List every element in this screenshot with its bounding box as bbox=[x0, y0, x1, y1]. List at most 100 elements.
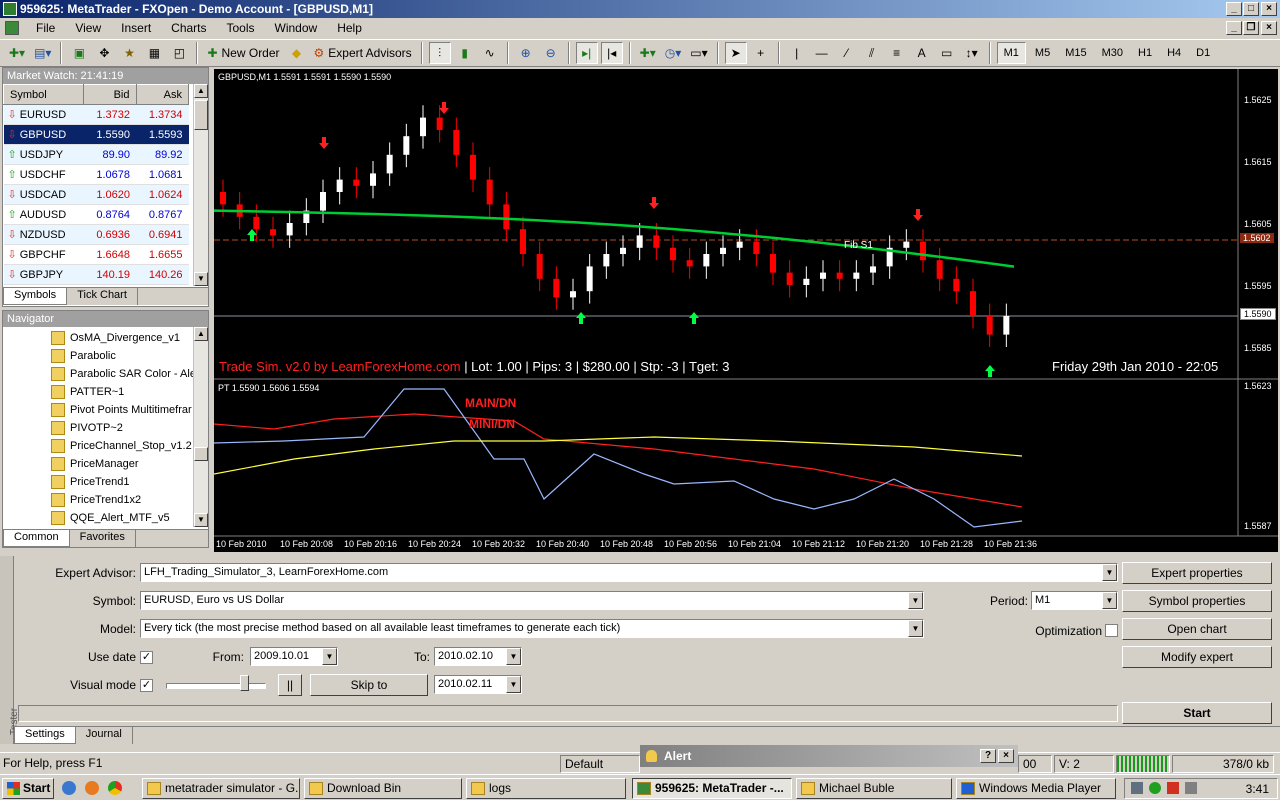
list-item[interactable]: PIVOTP~2 bbox=[3, 419, 208, 437]
list-item[interactable]: Parabolic bbox=[3, 347, 208, 365]
volume-icon[interactable] bbox=[1185, 782, 1197, 794]
timeframe-m1[interactable]: M1 bbox=[996, 42, 1026, 64]
to-date-field[interactable]: 2010.02.10 ▼ bbox=[434, 647, 522, 666]
optimization-checkbox[interactable] bbox=[1105, 624, 1118, 637]
table-row[interactable]: ⇩ EURUSD 1.3732 1.3734 bbox=[3, 104, 189, 125]
fibonacci-icon[interactable]: ≡ bbox=[886, 42, 908, 64]
scroll-down-icon[interactable]: ▼ bbox=[194, 513, 208, 527]
chart-canvas[interactable]: 1.5625 1.5615 1.5605 1.5595 1.5585 1.5623 1.55… bbox=[214, 69, 1278, 552]
market-watch-icon[interactable]: ▣ bbox=[68, 42, 90, 64]
price-chart[interactable]: 1.5625 1.5615 1.5605 1.5595 1.5585 1.5623 1.55… bbox=[214, 69, 1278, 552]
timeframe-m30[interactable]: M30 bbox=[1096, 42, 1129, 64]
data-window-icon[interactable]: ✥ bbox=[93, 42, 115, 64]
table-row[interactable]: ⇧ AUDUSD 0.8764 0.8767 bbox=[3, 204, 189, 225]
menu-insert[interactable]: Insert bbox=[111, 21, 161, 35]
speed-slider-track[interactable] bbox=[166, 683, 266, 689]
tab-settings[interactable]: Settings bbox=[14, 727, 76, 744]
tab-favorites[interactable]: Favorites bbox=[70, 530, 136, 547]
network-icon[interactable] bbox=[1131, 782, 1143, 794]
list-item[interactable]: PriceTrend1x2 bbox=[3, 491, 208, 509]
chart-shift-icon[interactable]: |◂ bbox=[600, 42, 623, 64]
timeframe-h4[interactable]: H4 bbox=[1161, 42, 1187, 64]
table-row[interactable]: ⇩ GBPJPY 140.19 140.26 bbox=[3, 264, 189, 285]
strategy-tester-icon[interactable]: ◰ bbox=[168, 42, 190, 64]
close-button[interactable]: × bbox=[1261, 2, 1277, 16]
scroll-up-icon[interactable]: ▲ bbox=[194, 84, 208, 98]
crosshair-icon[interactable]: + bbox=[750, 42, 772, 64]
expert-properties-button[interactable]: Expert properties bbox=[1122, 562, 1272, 584]
arrows-icon[interactable]: ↕▾ bbox=[961, 42, 983, 64]
table-row[interactable]: ⇩ NZDUSD 0.6936 0.6941 bbox=[3, 224, 189, 245]
new-chart-icon[interactable]: ✚▾ bbox=[6, 42, 28, 64]
chart-window-icon[interactable] bbox=[5, 21, 19, 35]
tab-symbols[interactable]: Symbols bbox=[3, 288, 68, 305]
expert-advisor-select[interactable]: LFH_Trading_Simulator_3, LearnForexHome.… bbox=[140, 563, 1118, 582]
shield-icon[interactable] bbox=[1167, 782, 1179, 794]
chrome-quicklaunch-icon[interactable] bbox=[108, 781, 122, 795]
chevron-down-icon[interactable]: ▼ bbox=[322, 648, 337, 665]
period-select[interactable]: M1 ▼ bbox=[1031, 591, 1118, 610]
timeframe-m15[interactable]: M15 bbox=[1059, 42, 1092, 64]
table-row[interactable]: ⇩ USDCAD 1.0620 1.0624 bbox=[3, 184, 189, 205]
skip-to-date-field[interactable]: 2010.02.11 ▼ bbox=[434, 675, 522, 694]
firefox-quicklaunch-icon[interactable] bbox=[85, 781, 99, 795]
chevron-down-icon[interactable]: ▼ bbox=[1102, 564, 1117, 581]
chevron-down-icon[interactable]: ▼ bbox=[506, 648, 521, 665]
open-chart-button[interactable]: Open chart bbox=[1122, 618, 1272, 640]
list-item[interactable]: Pivot Points Multitimefrar bbox=[3, 401, 208, 419]
chevron-down-icon[interactable]: ▼ bbox=[506, 676, 521, 693]
use-date-checkbox[interactable]: ✓ bbox=[140, 651, 153, 664]
list-item[interactable]: OsMA_Divergence_v1 bbox=[3, 329, 208, 347]
timeframe-h1[interactable]: H1 bbox=[1132, 42, 1158, 64]
help-icon[interactable]: ? bbox=[980, 749, 996, 763]
task-download-bin[interactable]: Download Bin bbox=[304, 778, 462, 799]
start-button[interactable]: Start bbox=[1122, 702, 1272, 724]
metaeditor-icon[interactable]: ◆ bbox=[286, 42, 308, 64]
cursor-icon[interactable]: ➤ bbox=[724, 42, 747, 64]
label-icon[interactable]: ▭ bbox=[936, 42, 958, 64]
task-metatrader-simulator[interactable]: metatrader simulator - G... bbox=[142, 778, 300, 799]
close-icon[interactable]: × bbox=[998, 749, 1014, 763]
menu-help[interactable]: Help bbox=[327, 21, 372, 35]
candlestick-icon[interactable]: ▮ bbox=[454, 42, 476, 64]
column-bid[interactable]: Bid bbox=[83, 84, 137, 105]
column-ask[interactable]: Ask bbox=[135, 84, 189, 105]
scroll-thumb[interactable] bbox=[194, 100, 208, 130]
terminal-icon[interactable]: ▦ bbox=[143, 42, 165, 64]
start-button-taskbar[interactable]: Start bbox=[2, 778, 54, 799]
mdi-restore-button[interactable]: ❐ bbox=[1243, 21, 1259, 35]
list-item[interactable]: PriceChannel_Stop_v1.2 bbox=[3, 437, 208, 455]
profiles-icon[interactable]: ▤▾ bbox=[31, 42, 54, 64]
column-symbol[interactable]: Symbol bbox=[3, 84, 84, 105]
zoom-out-icon[interactable]: ⊖ bbox=[540, 42, 562, 64]
menu-view[interactable]: View bbox=[65, 21, 111, 35]
channel-icon[interactable]: ⫽ bbox=[861, 42, 883, 64]
periods-icon[interactable]: ◷▾ bbox=[662, 42, 685, 64]
timeframe-d1[interactable]: D1 bbox=[1190, 42, 1216, 64]
scroll-down-icon[interactable]: ▼ bbox=[194, 272, 208, 286]
from-date-field[interactable]: 2009.10.01 ▼ bbox=[250, 647, 338, 666]
vertical-line-icon[interactable]: | bbox=[786, 42, 808, 64]
expert-advisors-button[interactable]: ⚙ Expert Advisors bbox=[311, 42, 415, 64]
menu-file[interactable]: File bbox=[26, 21, 65, 35]
navigator-icon[interactable]: ★ bbox=[118, 42, 140, 64]
symbol-select[interactable]: EURUSD, Euro vs US Dollar ▼ bbox=[140, 591, 924, 610]
table-row[interactable]: ⇧ USDJPY 89.90 89.92 bbox=[3, 144, 189, 165]
chevron-down-icon[interactable]: ▼ bbox=[1102, 592, 1117, 609]
alert-window-title[interactable]: Alert ? × bbox=[640, 745, 1018, 767]
speed-slider-handle[interactable] bbox=[240, 675, 249, 691]
navigator-scrollbar[interactable]: ▲ ▼ bbox=[193, 327, 208, 527]
modify-expert-button[interactable]: Modify expert bbox=[1122, 646, 1272, 668]
task-metatrader[interactable]: 959625: MetaTrader -... bbox=[632, 778, 792, 799]
tray-app-icon[interactable] bbox=[1149, 782, 1161, 794]
ie-quicklaunch-icon[interactable] bbox=[62, 781, 76, 795]
task-michael-buble[interactable]: Michael Buble bbox=[796, 778, 952, 799]
list-item[interactable]: QQE_Alert_MTF_v5 bbox=[3, 509, 208, 527]
list-item[interactable]: PriceTrend1 bbox=[3, 473, 208, 491]
bar-chart-icon[interactable]: ⫶ bbox=[428, 42, 451, 64]
menu-charts[interactable]: Charts bbox=[161, 21, 216, 35]
task-windows-media-player[interactable]: Windows Media Player bbox=[956, 778, 1116, 799]
list-item[interactable]: PATTER~1 bbox=[3, 383, 208, 401]
mdi-close-button[interactable]: × bbox=[1261, 21, 1277, 35]
pause-button[interactable]: || bbox=[278, 674, 302, 696]
